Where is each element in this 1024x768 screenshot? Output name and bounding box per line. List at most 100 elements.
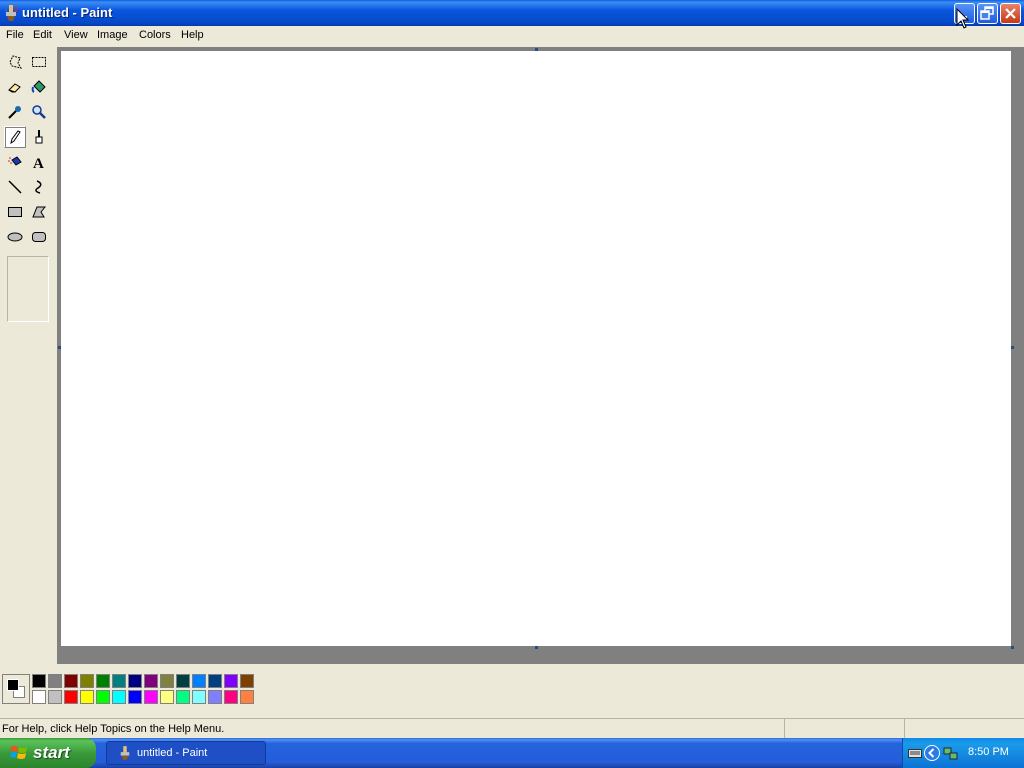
resize-handle-bottom[interactable]: [535, 646, 538, 649]
palette-swatch[interactable]: [48, 674, 62, 688]
ellipse-icon: [7, 232, 23, 242]
palette-swatch[interactable]: [224, 690, 238, 704]
palette-swatch[interactable]: [64, 690, 78, 704]
system-tray: 8:50 PM: [902, 738, 1024, 768]
resize-handle-top: [535, 48, 538, 51]
network-icon[interactable]: [943, 745, 959, 761]
line-icon: [8, 180, 22, 194]
palette-swatch[interactable]: [208, 674, 222, 688]
tool-polygon[interactable]: [28, 201, 50, 223]
tool-text[interactable]: A: [28, 151, 50, 173]
polygon-icon: [32, 206, 47, 218]
text-icon: A: [33, 156, 44, 170]
show-hidden-icons-icon[interactable]: [924, 745, 940, 761]
mouse-cursor-icon: [956, 8, 970, 29]
tool-options-box[interactable]: [7, 256, 49, 322]
paint-bucket-icon: [31, 80, 46, 93]
palette-swatch[interactable]: [144, 674, 158, 688]
palette-swatch[interactable]: [64, 674, 78, 688]
rounded-rectangle-icon: [32, 232, 46, 242]
tool-airbrush[interactable]: [4, 151, 26, 173]
magnifier-icon: [32, 105, 46, 119]
palette-swatch[interactable]: [160, 674, 174, 688]
tool-curve[interactable]: [28, 176, 50, 198]
palette-swatch[interactable]: [240, 690, 254, 704]
paint-app-icon: [5, 5, 17, 21]
canvas-area: [57, 47, 1024, 664]
start-label: start: [33, 743, 70, 762]
palette-swatch[interactable]: [80, 690, 94, 704]
palette-swatch[interactable]: [112, 674, 126, 688]
resize-handle-right[interactable]: [1011, 346, 1014, 349]
rectangle-select-icon: [32, 57, 46, 67]
color-box: [0, 670, 1024, 710]
eraser-icon: [8, 83, 21, 93]
title-bar[interactable]: untitled - Paint: [0, 0, 1024, 26]
status-pane-size: [904, 719, 1024, 738]
menu-bar: File Edit View Image Colors Help: [0, 26, 1024, 45]
brush-icon: [35, 130, 43, 144]
palette-swatch[interactable]: [160, 690, 174, 704]
tool-rectangle[interactable]: [4, 201, 26, 223]
tool-ellipse[interactable]: [4, 226, 26, 248]
palette-swatch[interactable]: [176, 674, 190, 688]
menu-view[interactable]: View: [64, 29, 88, 41]
foreground-color: [7, 679, 19, 691]
menu-image[interactable]: Image: [97, 29, 128, 41]
palette-swatch[interactable]: [32, 690, 46, 704]
close-icon: [1005, 8, 1016, 19]
tool-line[interactable]: [4, 176, 26, 198]
palette-swatch[interactable]: [48, 690, 62, 704]
palette-swatch[interactable]: [32, 674, 46, 688]
status-help-text: For Help, click Help Topics on the Help …: [2, 723, 225, 735]
palette-swatch[interactable]: [208, 690, 222, 704]
tool-magnifier[interactable]: [28, 101, 50, 123]
palette-swatch[interactable]: [96, 690, 110, 704]
tool-brush[interactable]: [28, 126, 50, 148]
palette-swatch[interactable]: [144, 690, 158, 704]
airbrush-icon: [8, 156, 22, 166]
taskbar-button-label: untitled - Paint: [137, 747, 208, 759]
palette-swatch[interactable]: [192, 674, 206, 688]
tool-select[interactable]: [28, 51, 50, 73]
current-colors: [2, 674, 30, 704]
eyedropper-icon: [8, 106, 21, 119]
menu-colors[interactable]: Colors: [139, 29, 171, 41]
clock: 8:50 PM: [968, 746, 1009, 758]
palette-swatch[interactable]: [112, 690, 126, 704]
taskbar-button-paint[interactable]: untitled - Paint: [106, 741, 266, 765]
palette-swatch[interactable]: [96, 674, 110, 688]
palette-swatch[interactable]: [176, 690, 190, 704]
palette-swatch[interactable]: [80, 674, 94, 688]
palette-swatch[interactable]: [240, 674, 254, 688]
tool-rounded-rectangle[interactable]: [28, 226, 50, 248]
restore-icon: [980, 6, 994, 20]
status-pane-position: [784, 719, 904, 738]
menu-help[interactable]: Help: [181, 29, 204, 41]
palette-swatch[interactable]: [128, 690, 142, 704]
svg-text:A: A: [33, 156, 44, 170]
menu-edit[interactable]: Edit: [33, 29, 52, 41]
status-bar: For Help, click Help Topics on the Help …: [0, 718, 1024, 738]
paint-app-icon: [120, 746, 130, 760]
palette-swatch[interactable]: [224, 674, 238, 688]
menu-file[interactable]: File: [6, 29, 24, 41]
restore-button[interactable]: [977, 3, 998, 24]
keyboard-icon[interactable]: [908, 747, 922, 759]
free-form-select-icon: [9, 55, 23, 69]
tool-pencil[interactable]: [4, 126, 26, 148]
resize-handle-corner[interactable]: [1011, 646, 1014, 649]
windows-logo-icon: [10, 746, 27, 759]
tool-eraser[interactable]: [4, 76, 26, 98]
start-button[interactable]: start: [0, 738, 96, 768]
palette-swatch[interactable]: [192, 690, 206, 704]
close-button[interactable]: [1000, 3, 1021, 24]
tool-fill-with-color[interactable]: [28, 76, 50, 98]
drawing-canvas[interactable]: [61, 51, 1011, 646]
tool-pick-color[interactable]: [4, 101, 26, 123]
tool-free-form-select[interactable]: [4, 51, 26, 73]
window-title: untitled - Paint: [22, 5, 113, 20]
curve-icon: [35, 180, 42, 194]
pencil-icon: [10, 130, 21, 145]
palette-swatch[interactable]: [128, 674, 142, 688]
